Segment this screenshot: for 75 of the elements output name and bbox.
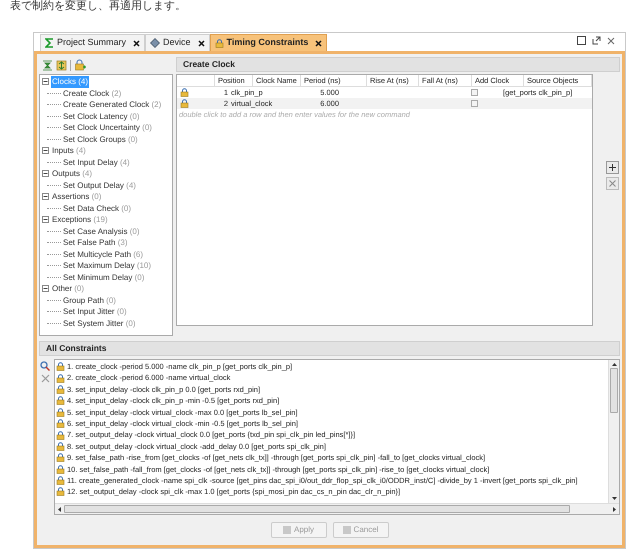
tree-item[interactable]: Set Input Delay (4) — [63, 156, 130, 168]
tree-item[interactable]: Set Output Delay (4) — [63, 180, 136, 191]
chip-icon — [150, 38, 160, 48]
tree-item[interactable]: Create Generated Clock (2) — [63, 99, 162, 110]
tree-group[interactable]: Exceptions (19) — [51, 214, 109, 226]
lock-icon — [56, 487, 65, 496]
lock-icon — [180, 99, 188, 108]
close-icon[interactable] — [133, 40, 140, 46]
close-icon[interactable] — [315, 40, 322, 46]
tree-toggle[interactable] — [42, 193, 49, 200]
scroll-thumb[interactable] — [64, 505, 570, 513]
search-icon[interactable] — [40, 361, 50, 371]
lock-icon — [56, 453, 65, 462]
scroll-thumb[interactable] — [610, 368, 618, 413]
tree-item[interactable]: Set Clock Latency (0) — [63, 110, 140, 122]
cross-icon — [609, 180, 616, 186]
tree-toggle[interactable] — [42, 285, 49, 292]
lock-icon — [56, 442, 65, 451]
tree-toggle[interactable] — [42, 78, 49, 86]
editor-tab[interactable]: Project Summary — [40, 34, 146, 51]
tree-toggle[interactable] — [42, 216, 49, 224]
tree-group[interactable]: Assertions (0) — [51, 191, 102, 202]
tree-item[interactable]: Create Clock (2) — [63, 88, 122, 99]
tree-item[interactable]: Set Case Analysis (0) — [63, 226, 140, 237]
lock-icon — [56, 419, 65, 428]
lock-icon — [180, 88, 188, 97]
tree-item[interactable]: Group Path (0) — [63, 294, 116, 306]
tree-group[interactable]: Other (0) — [51, 283, 86, 294]
collapse-all-icon[interactable] — [42, 60, 53, 70]
vertical-scrollbar[interactable] — [608, 360, 619, 503]
maximize-icon[interactable] — [577, 36, 586, 45]
checkbox[interactable] — [470, 100, 478, 107]
lock-icon — [56, 396, 65, 406]
lock-icon — [56, 408, 65, 417]
scroll-down-icon[interactable] — [612, 497, 616, 500]
tab-label: Device — [163, 36, 191, 50]
checkbox[interactable] — [470, 89, 478, 96]
tree-item[interactable]: Set Clock Uncertainty (0) — [63, 122, 152, 134]
lock-add-icon[interactable] — [74, 59, 86, 71]
lock-icon — [214, 38, 224, 48]
lock-icon — [56, 464, 65, 474]
scroll-up-icon[interactable] — [612, 363, 616, 366]
lock-icon — [56, 362, 65, 372]
tree-group[interactable]: Outputs (4) — [51, 168, 94, 180]
panel-header: All Constraints — [39, 341, 620, 356]
editor-tab[interactable]: Timing Constraints — [210, 34, 328, 51]
lock-icon — [56, 476, 65, 486]
lock-icon — [56, 430, 65, 440]
scroll-left-icon[interactable] — [58, 506, 61, 512]
panel-header: Create Clock — [176, 57, 620, 72]
horizontal-scrollbar[interactable] — [55, 503, 619, 514]
lock-icon — [56, 384, 65, 394]
expand-all-icon[interactable] — [56, 60, 67, 70]
tree-item[interactable]: Set Clock Groups (0) — [63, 134, 138, 145]
sigma-icon — [45, 38, 54, 48]
scroll-right-icon[interactable] — [613, 506, 616, 512]
tab-label: Timing Constraints — [226, 36, 308, 50]
tree-item[interactable]: Set Minimum Delay (0) — [63, 272, 144, 283]
add-button[interactable] — [606, 160, 619, 174]
float-icon[interactable] — [592, 36, 601, 45]
tree-item[interactable]: Set Data Check (0) — [63, 202, 132, 214]
lock-icon — [56, 374, 65, 383]
close-icon[interactable] — [198, 40, 205, 46]
tree-item[interactable]: Set Maximum Delay (10) — [63, 260, 152, 272]
caption-text: 表で制約を変更し、再適用します。 — [10, 0, 186, 12]
editor-tab[interactable]: Device — [145, 34, 210, 51]
tree-toggle[interactable] — [42, 147, 49, 154]
tree-item[interactable]: Set Input Jitter (0) — [63, 306, 127, 318]
tab-label: Project Summary — [57, 36, 126, 50]
plus-icon — [609, 164, 616, 170]
tree-item[interactable]: Set System Jitter (0) — [63, 318, 136, 329]
tree-group[interactable]: Inputs (4) — [51, 145, 87, 156]
tree-toggle[interactable] — [42, 170, 49, 178]
tree-item[interactable]: Set Multicycle Path (6) — [63, 248, 144, 260]
tree-item[interactable]: Set False Path (3) — [63, 237, 128, 248]
